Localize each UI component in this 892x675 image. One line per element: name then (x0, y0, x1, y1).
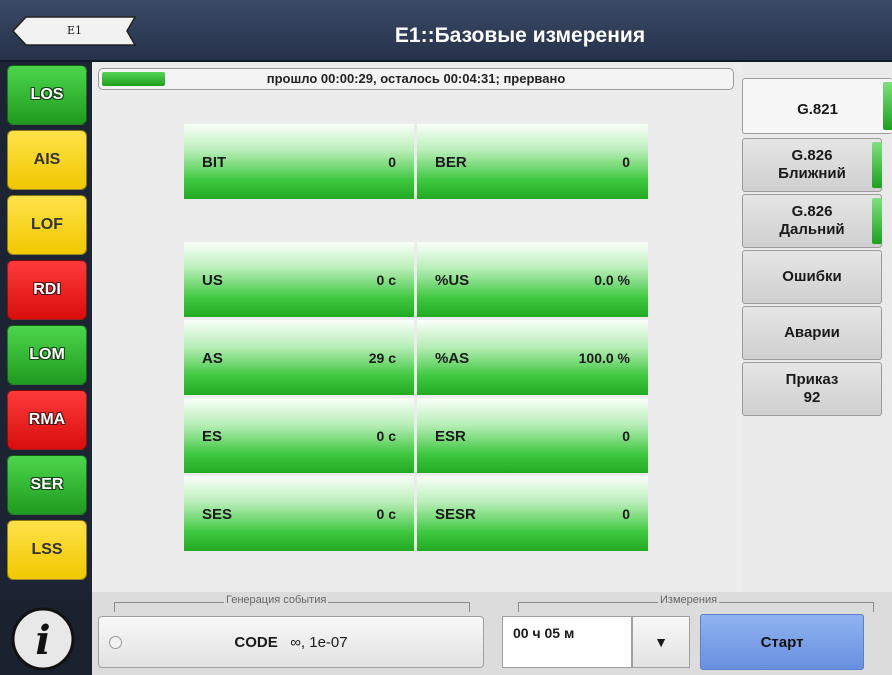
bit-value: 0 (388, 154, 396, 170)
us-value: 0 c (376, 272, 396, 288)
progress-bar: прошло 00:00:29, осталось 00:04:31; прер… (98, 68, 734, 90)
bit-cell: BIT 0 (184, 124, 414, 199)
back-button-label: E1 (66, 24, 83, 37)
as-value: 29 c (368, 350, 396, 366)
alarm-lof[interactable]: LOF (7, 195, 87, 255)
standards-tab-panel: G.821 G.826 Ближний G.826 Дальний Ошибки… (742, 62, 892, 592)
us-label: US (202, 272, 223, 289)
pas-cell: %AS 100.0 % (417, 320, 648, 395)
es-label: ES (202, 428, 223, 445)
info-icon: i (11, 607, 75, 671)
esr-value: 0 (622, 428, 630, 444)
ber-value: 0 (622, 154, 630, 170)
pus-label: %US (435, 272, 470, 289)
tab-g826-far-indicator (872, 198, 882, 244)
ber-label: BER (435, 154, 467, 171)
back-button[interactable]: E1 (12, 16, 137, 46)
esr-label: ESR (435, 428, 466, 445)
ses-label: SES (202, 506, 233, 523)
page-title: E1::Базовые измерения (394, 24, 646, 47)
svg-text:i: i (35, 617, 50, 664)
chevron-down-icon: ▼ (654, 634, 668, 650)
es-cell: ES 0 c (184, 398, 414, 473)
as-cell: AS 29 c (184, 320, 414, 395)
ses-cell: SES 0 c (184, 476, 414, 551)
tab-alarms[interactable]: Аварии (742, 306, 882, 360)
tab-order-92[interactable]: Приказ 92 (742, 362, 882, 416)
info-button[interactable]: i (10, 606, 76, 672)
alarm-panel: LOS AIS LOF RDI LOM RMA SER LSS (0, 62, 92, 600)
tab-g821-label: G.821 (797, 101, 838, 118)
bit-label: BIT (202, 154, 227, 171)
duration-dropdown-button[interactable]: ▼ (632, 616, 690, 668)
measure-group-label: Измерения (658, 594, 720, 606)
event-code-text: CODE ∞, 1e-07 (99, 617, 483, 669)
tab-errors[interactable]: Ошибки (742, 250, 882, 304)
alarm-rdi[interactable]: RDI (7, 260, 87, 320)
title-bar: E1 E1::Базовые измерения (0, 0, 892, 62)
esr-cell: ESR 0 (417, 398, 648, 473)
duration-field[interactable]: 00 ч 05 м (502, 616, 632, 668)
tab-g826-far-label: G.826 Дальний (779, 203, 845, 238)
tab-g826-near[interactable]: G.826 Ближний (742, 138, 882, 192)
ses-value: 0 c (376, 506, 396, 522)
start-button[interactable]: Старт (700, 614, 864, 670)
tab-alarms-label: Аварии (784, 324, 840, 341)
alarm-los[interactable]: LOS (7, 65, 87, 125)
pus-cell: %US 0.0 % (417, 242, 648, 317)
pas-value: 100.0 % (578, 350, 630, 366)
tab-g821-indicator (883, 82, 892, 130)
event-group-label: Генерация события (224, 594, 329, 606)
alarm-ser[interactable]: SER (7, 455, 87, 515)
event-code-params: ∞, 1e-07 (290, 634, 348, 651)
duration-value: 00 ч 05 м (513, 625, 575, 641)
as-label: AS (202, 350, 223, 367)
us-cell: US 0 c (184, 242, 414, 317)
start-button-label: Старт (760, 633, 804, 651)
tab-errors-label: Ошибки (782, 268, 842, 285)
tab-g821[interactable]: G.821 (742, 78, 892, 134)
pas-label: %AS (435, 350, 470, 367)
alarm-ais[interactable]: AIS (7, 130, 87, 190)
measurement-panel: прошло 00:00:29, осталось 00:04:31; прер… (92, 62, 742, 592)
event-code-label: CODE (234, 634, 278, 651)
alarm-lss[interactable]: LSS (7, 520, 87, 580)
tab-g826-near-indicator (872, 142, 882, 188)
event-code-button[interactable]: CODE ∞, 1e-07 (98, 616, 484, 668)
tab-g826-far[interactable]: G.826 Дальний (742, 194, 882, 248)
es-value: 0 c (376, 428, 396, 444)
tab-g826-near-label: G.826 Ближний (778, 147, 846, 182)
alarm-rma[interactable]: RMA (7, 390, 87, 450)
control-bar: Генерация события Измерения CODE ∞, 1e-0… (92, 592, 892, 675)
pus-value: 0.0 % (594, 272, 630, 288)
sesr-cell: SESR 0 (417, 476, 648, 551)
sesr-value: 0 (622, 506, 630, 522)
tab-order-92-label: Приказ 92 (785, 371, 839, 406)
progress-status-text: прошло 00:00:29, осталось 00:04:31; прер… (266, 71, 566, 86)
ber-cell: BER 0 (417, 124, 648, 199)
sesr-label: SESR (435, 506, 476, 523)
alarm-lom[interactable]: LOM (7, 325, 87, 385)
